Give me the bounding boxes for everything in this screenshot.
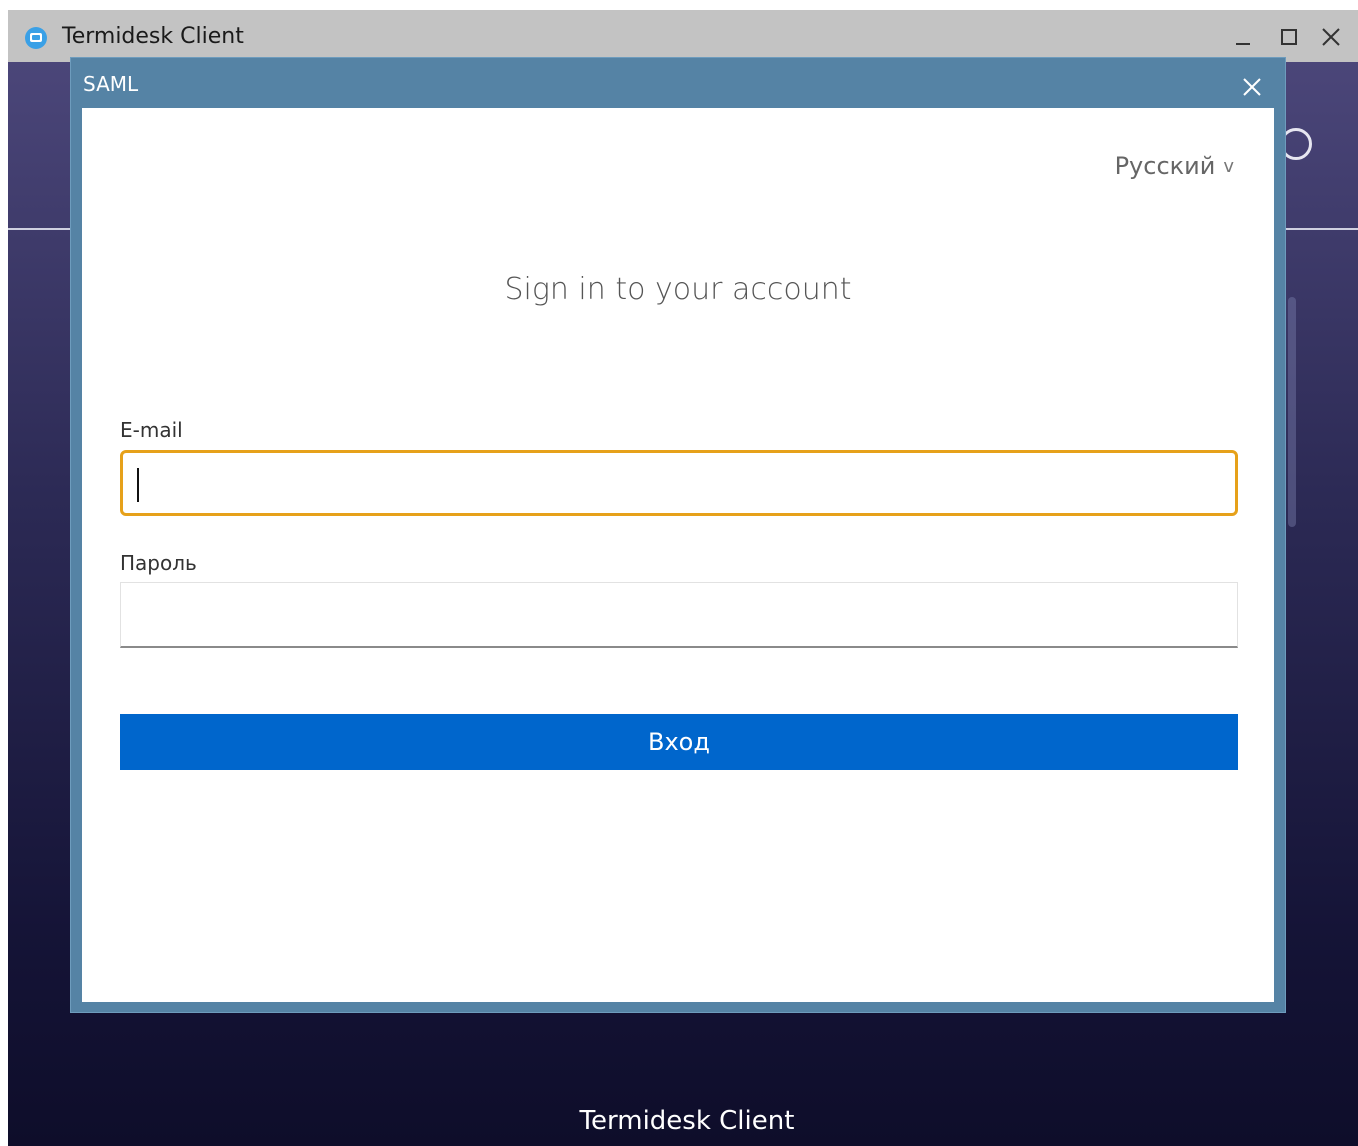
saml-dialog: SAML Русский v Sign in to your account E… [70,57,1286,1013]
password-field[interactable] [120,582,1238,648]
login-button[interactable]: Вход [120,714,1238,770]
close-icon [1322,28,1340,46]
text-caret [137,468,139,502]
close-icon [1243,78,1261,96]
app-titlebar[interactable]: Termidesk Client [8,10,1358,62]
language-label: Русский [1114,152,1216,180]
email-field[interactable] [120,450,1238,516]
email-label: E-mail [120,418,183,442]
termidesk-logo-icon [24,26,48,50]
language-select[interactable]: Русский v [1115,152,1234,180]
window-close-button[interactable] [1316,22,1346,52]
page-title: Sign in to your account [504,272,852,307]
dialog-close-button[interactable] [1237,72,1267,102]
login-form: Русский v Sign in to your account E-mail… [82,108,1274,1002]
maximize-button[interactable] [1274,22,1304,52]
minimize-button[interactable] [1228,22,1258,52]
app-title: Termidesk Client [62,24,244,49]
minimize-icon [1236,43,1250,45]
maximize-icon [1281,29,1297,45]
dialog-title: SAML [83,72,139,96]
password-label: Пароль [120,551,197,575]
chevron-down-icon: v [1223,155,1234,177]
footer-title: Termidesk Client [579,1106,795,1136]
scrollbar[interactable] [1288,297,1296,527]
